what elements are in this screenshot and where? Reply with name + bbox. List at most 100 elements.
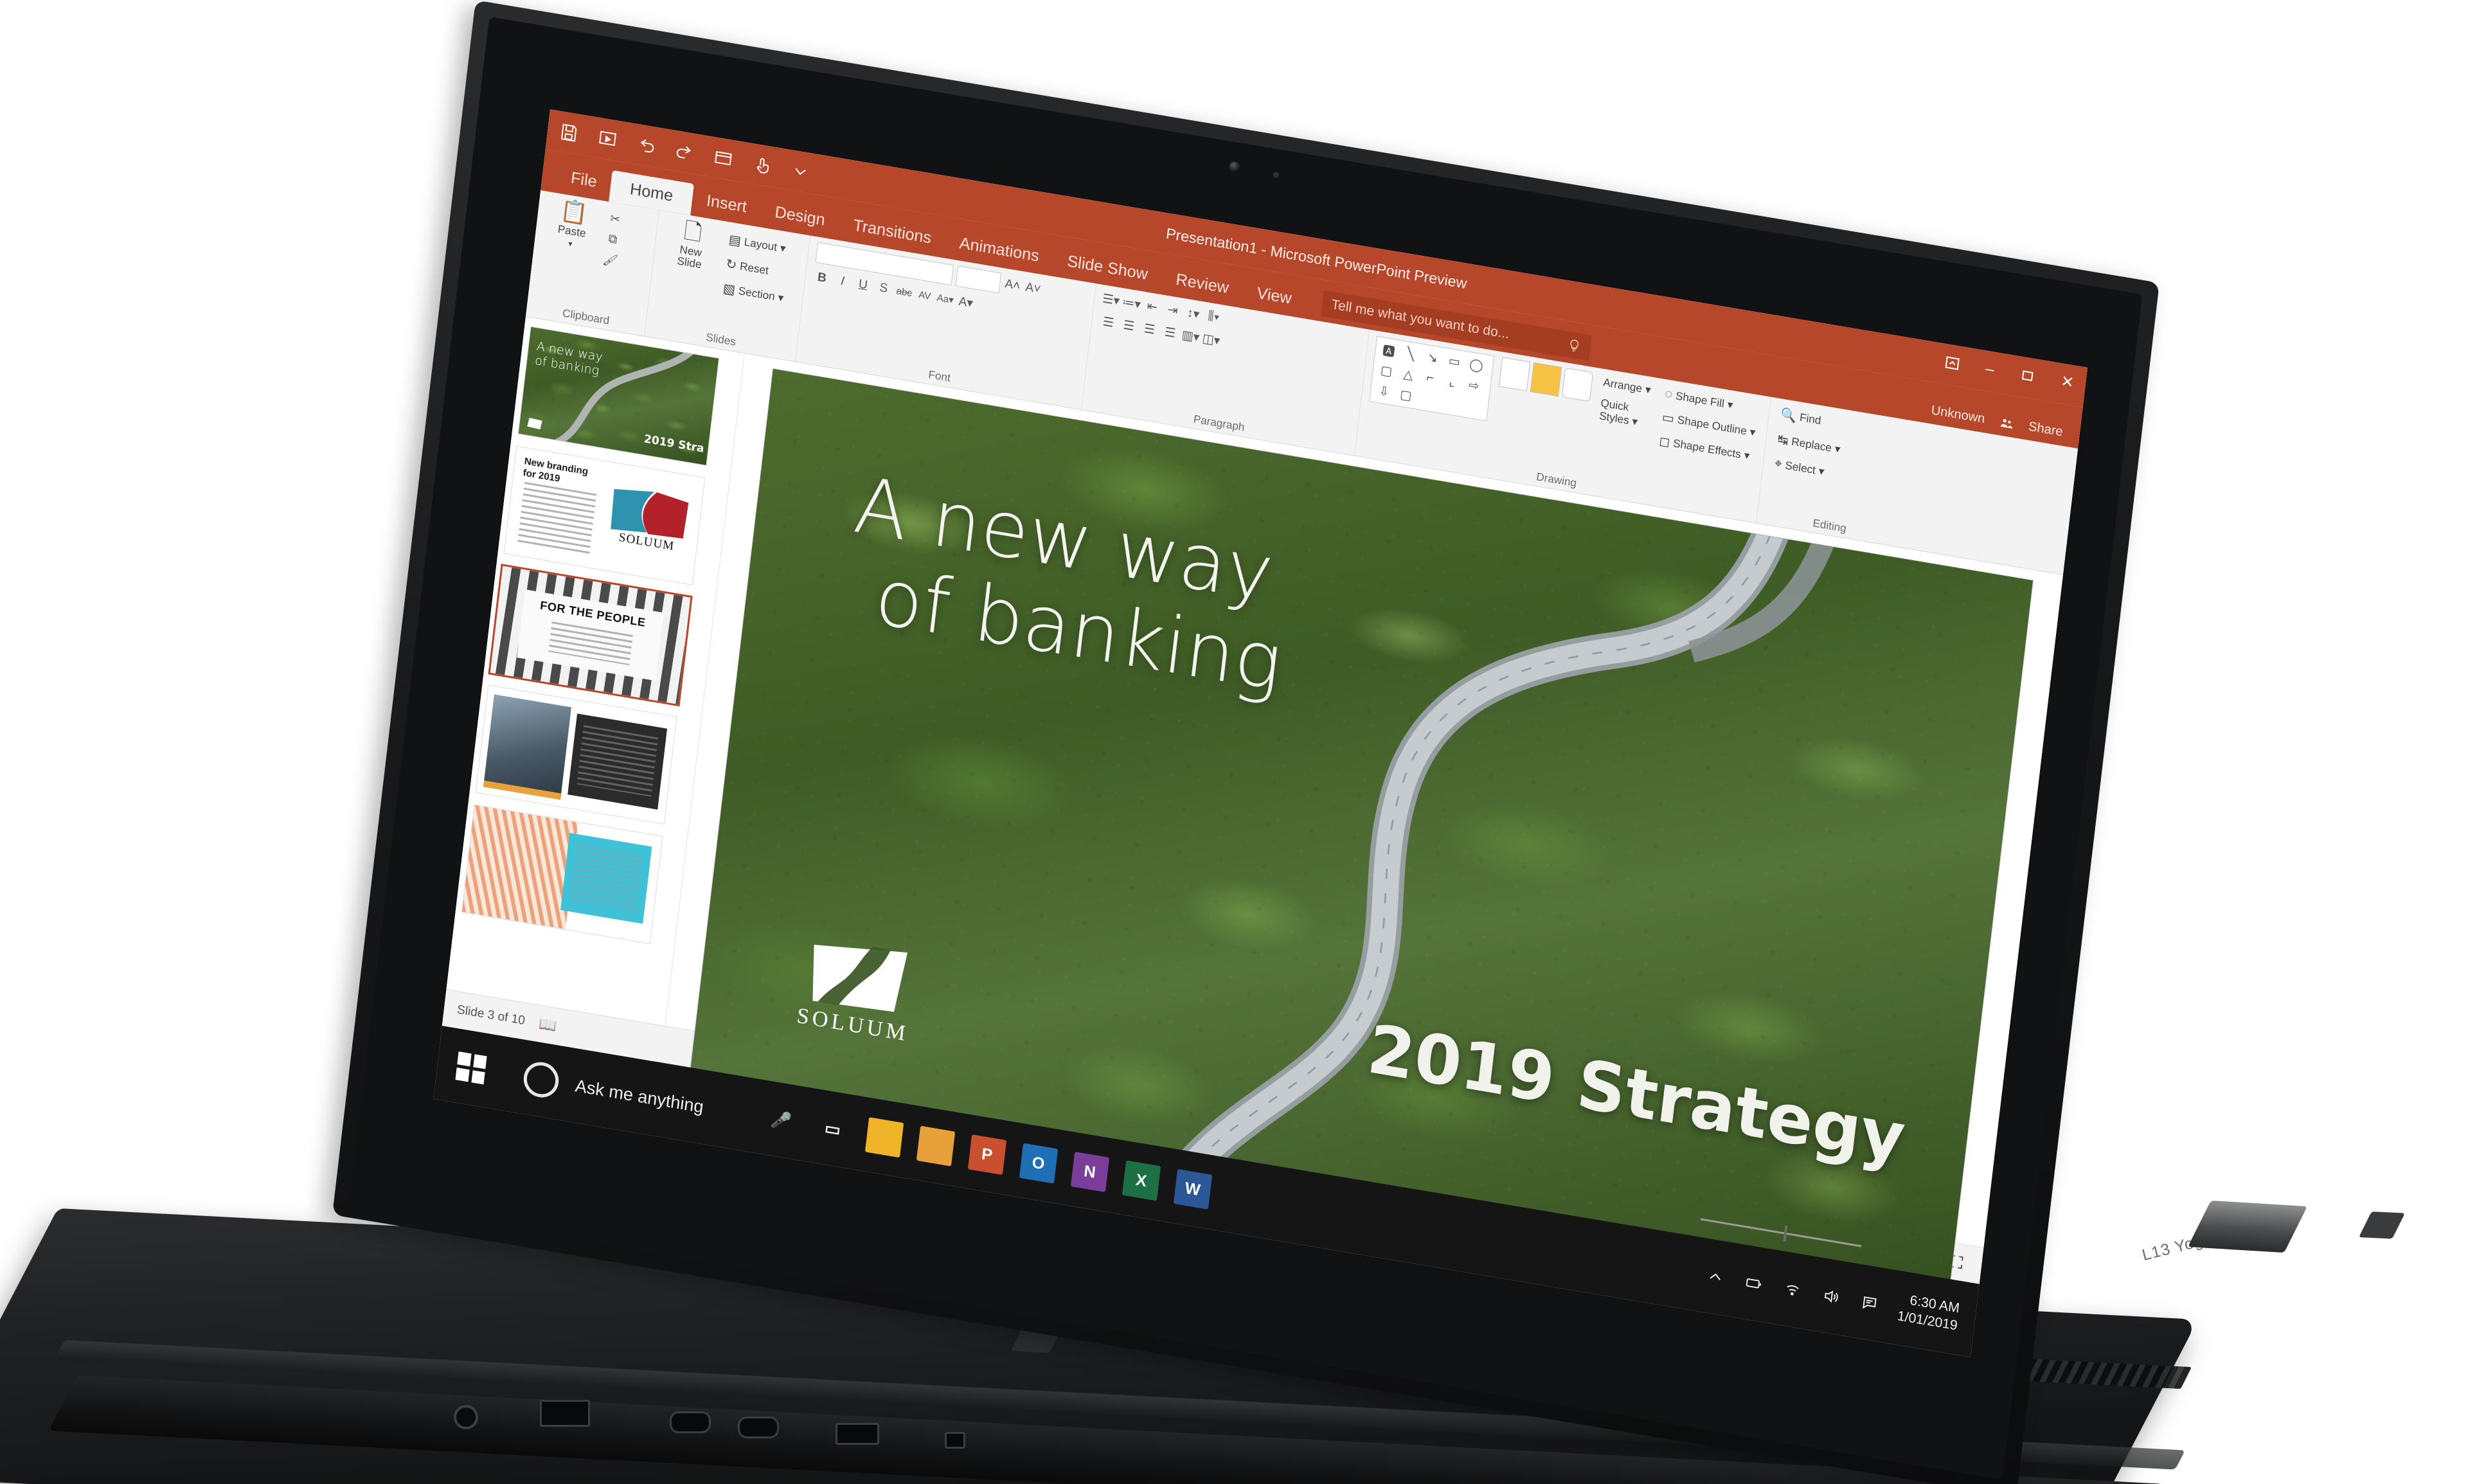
audio-jack [454,1405,478,1429]
undo-icon[interactable] [634,133,658,159]
webcam-led-icon [1273,171,1280,179]
slide-thumbnail-5[interactable] [461,805,663,943]
shape-effects-icon: ◻ [1658,434,1671,451]
elbow-shape-icon: ⌞ [1448,375,1456,389]
change-case-icon[interactable]: Aa▾ [936,289,954,308]
taskbar-app-outlook[interactable]: O [1019,1143,1058,1184]
text-box-shape-icon: 🅰 [1381,344,1396,360]
bullets-icon[interactable]: ☰▾ [1102,290,1120,309]
wifi-icon[interactable] [1782,1280,1803,1300]
shape-style-2 [1530,362,1562,397]
usb-a-port [540,1400,590,1427]
increase-font-size-icon[interactable]: A˄ [1003,276,1022,295]
taskbar-app-onenote[interactable]: N [1070,1151,1109,1192]
action-center-notification-icon[interactable] [1859,1293,1880,1313]
redo-icon[interactable] [672,139,697,165]
task-view-icon[interactable]: ▭ [813,1109,852,1149]
find-icon: 🔍 [1780,407,1798,424]
square-shape-icon: ▢ [1379,363,1393,379]
ribbon-display-options-icon[interactable] [1944,354,1961,372]
ribbon-group-clipboard: 📋 Paste ▾ ✂ ⧉ 🖌 Clipboard [526,190,660,337]
font-color-icon[interactable]: A▾ [956,292,975,312]
save-icon[interactable] [557,120,581,146]
justify-icon[interactable]: ☰ [1161,323,1179,342]
restore-button[interactable] [2019,367,2036,385]
italic-icon[interactable]: I [833,272,852,291]
thumb2-soluum-logo: SOLUUM [607,483,692,553]
customize-qat-chevron-down-icon[interactable] [788,159,812,184]
new-slide-icon[interactable] [711,146,735,172]
slide-logo[interactable]: SOLUUM [793,934,920,1047]
format-painter-icon[interactable]: 🖌 [601,251,620,270]
thumb4-body-text [577,725,659,797]
increase-indent-icon[interactable]: ⇥ [1163,300,1182,319]
underline-icon[interactable]: U [854,275,872,294]
align-right-icon[interactable]: ☰ [1140,319,1159,339]
decrease-indent-icon[interactable]: ⇤ [1143,297,1161,316]
new-slide-label: New Slide [676,243,702,271]
windows-logo-icon [455,1051,487,1085]
strikethrough-icon[interactable]: abc [895,282,913,301]
taskbar-clock[interactable]: 6:30 AM 1/01/2019 [1896,1291,1960,1335]
windows-start-button[interactable] [433,1026,508,1110]
taskbar-app-word[interactable]: W [1173,1168,1212,1210]
bold-icon[interactable]: B [812,269,831,288]
spell-check-icon[interactable]: 📖 [538,1015,557,1035]
decrease-font-size-icon[interactable]: A˅ [1024,279,1042,298]
shapes-gallery[interactable]: 🅰 ╲ ↘ ▭ ◯ ▢ △ ⌐ ⌞ ⇨ ⇩ ▢ [1369,335,1494,422]
screenshot-root: Lenovo L13 Yoga [0,0,2468,1484]
reset-icon: ↻ [725,256,738,273]
minimize-button[interactable]: – [1985,360,1996,379]
slide-counter: Slide 3 of 10 [456,1003,526,1028]
usb-c-port [670,1411,711,1433]
taskbar-app-file-explorer[interactable] [864,1117,904,1158]
character-spacing-icon[interactable]: AV [915,285,934,305]
rounded-shape-icon: ▢ [1399,387,1413,403]
align-left-icon[interactable]: ☰ [1099,312,1118,332]
share-button[interactable]: Share [2028,420,2064,440]
text-direction-icon[interactable]: ⫼▾ [1204,307,1223,326]
lightbulb-icon [1570,339,1578,352]
slide-thumbnail-2[interactable]: New branding for 2019 SOLUUM [504,446,705,585]
start-from-beginning-icon[interactable] [595,127,620,152]
shape-fill-icon: ◌ [1664,386,1674,402]
select-button[interactable]: ⌖ Select ▾ [1771,454,1829,482]
line-spacing-icon[interactable]: ↕▾ [1184,304,1203,323]
font-size-input[interactable] [955,265,1002,294]
taskbar-app-excel[interactable]: X [1122,1160,1161,1201]
cortana-placeholder: Ask me anything [574,1075,705,1116]
microphone-icon[interactable]: 🎤 [762,1100,800,1140]
taskbar-app-powerpoint[interactable]: P [967,1134,1006,1176]
columns-icon[interactable]: ▥▾ [1181,326,1201,346]
text-shadow-icon[interactable]: S [874,279,893,298]
close-button[interactable]: ✕ [2060,372,2075,391]
touch-mode-icon[interactable] [749,152,774,178]
arrow-down-shape-icon: ⇩ [1378,384,1390,400]
triangle-shape-icon: △ [1402,367,1414,382]
select-icon: ⌖ [1774,456,1783,472]
show-hidden-icons-chevron-up-icon[interactable] [1704,1267,1726,1287]
slide-thumbnail-1[interactable]: A new way of banking 2019 Stra [518,326,719,465]
copy-icon[interactable]: ⧉ [604,230,622,249]
slide-thumbnail-3[interactable]: FOR THE PEOPLE [490,566,691,704]
corner-shape-icon: ⌐ [1426,370,1435,386]
convert-to-smartart-icon[interactable]: ◫▾ [1202,330,1221,349]
layout-icon: ▤ [728,232,742,249]
align-center-icon[interactable]: ☰ [1120,316,1138,335]
new-slide-button[interactable]: 🗋 New Slide [661,217,722,273]
paste-button[interactable]: 📋 Paste ▾ [542,197,604,253]
taskbar-app-store[interactable] [916,1125,955,1167]
volume-icon[interactable] [1820,1287,1841,1307]
hinge-cap-right [2359,1211,2405,1239]
usb-c-port-2 [738,1417,779,1438]
find-button[interactable]: 🔍 Find [1776,404,1826,431]
cut-icon[interactable]: ✂ [606,210,625,229]
battery-icon[interactable] [1743,1273,1764,1293]
account-name[interactable]: Unknown [1930,403,1986,427]
ribbon-group-slides: 🗋 New Slide ▤ Layout ▾ ↻ Reset ▧ Section ▾ Sl… [645,210,811,362]
clipboard-icon: 📋 [559,197,589,227]
quick-styles-button[interactable]: Quick Styles ▾ [1595,394,1652,433]
rectangle-shape-icon: ▭ [1447,353,1462,370]
slide-thumbnail-4[interactable] [476,685,677,824]
numbering-icon[interactable]: ≔▾ [1122,294,1141,313]
